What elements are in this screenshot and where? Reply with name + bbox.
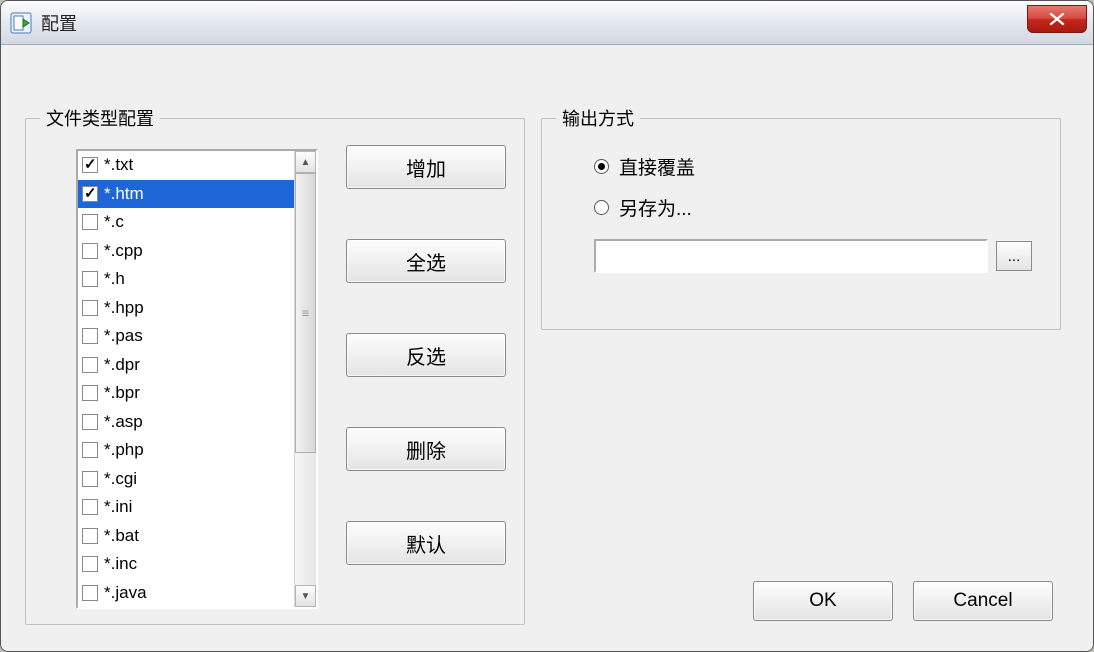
- list-item[interactable]: *.dpr: [78, 351, 294, 380]
- list-item-label: *.java: [104, 583, 147, 603]
- list-item[interactable]: *.c: [78, 208, 294, 237]
- ok-button[interactable]: OK: [753, 581, 893, 621]
- list-item[interactable]: *.ini: [78, 493, 294, 522]
- list-item-label: *.c: [104, 212, 124, 232]
- list-item[interactable]: *.php: [78, 436, 294, 465]
- list-item-label: *.hpp: [104, 298, 144, 318]
- list-item-label: *.bpr: [104, 383, 140, 403]
- client-area: 文件类型配置 *.txt*.htm*.c*.cpp*.h*.hpp*.pas*.…: [1, 45, 1093, 651]
- dialog-button-row: OK Cancel: [753, 581, 1053, 621]
- list-item-label: *.cpp: [104, 241, 143, 261]
- list-item[interactable]: *.java: [78, 579, 294, 608]
- app-icon: [9, 11, 33, 35]
- scroll-up-button[interactable]: ▲: [295, 151, 316, 173]
- filetype-button-column: 增加 全选 反选 删除 默认: [346, 145, 506, 565]
- list-item[interactable]: *.txt: [78, 151, 294, 180]
- checkbox[interactable]: [82, 243, 98, 259]
- cancel-button[interactable]: Cancel: [913, 581, 1053, 621]
- list-item-label: *.h: [104, 269, 125, 289]
- filetype-listbox[interactable]: *.txt *.htm *.c *.cpp *.h *.hpp *.pas *.dpr *.bp…: [78, 151, 294, 607]
- radio-overwrite-row[interactable]: 直接覆盖: [594, 153, 1046, 180]
- dialog-window: 配置 文件类型配置 *.txt *.htm *.c *.cpp *.h *.hpp *.pa…: [0, 0, 1094, 652]
- list-item[interactable]: *.cgi: [78, 465, 294, 494]
- list-item-label: *.cgi: [104, 469, 137, 489]
- radio-overwrite[interactable]: [594, 159, 609, 174]
- filetype-listbox-container: *.txt *.htm *.c *.cpp *.h *.hpp *.pas *.dpr *.bp…: [76, 149, 318, 609]
- list-item[interactable]: *.asp: [78, 408, 294, 437]
- scroll-down-button[interactable]: ▼: [295, 585, 316, 607]
- list-item-label: *.htm: [104, 184, 144, 204]
- checkbox[interactable]: [82, 214, 98, 230]
- radio-saveas-label: 另存为...: [619, 194, 692, 221]
- delete-button[interactable]: 删除: [346, 427, 506, 471]
- list-item-label: *.ini: [104, 497, 132, 517]
- saveas-path-row: ...: [594, 239, 1032, 273]
- list-item[interactable]: *.hpp: [78, 294, 294, 323]
- default-button[interactable]: 默认: [346, 521, 506, 565]
- list-item-label: *.txt: [104, 155, 133, 175]
- checkbox[interactable]: [82, 556, 98, 572]
- checkbox[interactable]: [82, 186, 98, 202]
- add-button[interactable]: 增加: [346, 145, 506, 189]
- scroll-thumb[interactable]: [295, 173, 316, 453]
- list-item[interactable]: *.htm: [78, 180, 294, 209]
- checkbox[interactable]: [82, 300, 98, 316]
- invert-selection-button[interactable]: 反选: [346, 333, 506, 377]
- filetype-legend: 文件类型配置: [40, 105, 160, 131]
- list-item[interactable]: *.cpp: [78, 237, 294, 266]
- checkbox[interactable]: [82, 357, 98, 373]
- select-all-button[interactable]: 全选: [346, 239, 506, 283]
- list-item-label: *.bat: [104, 526, 139, 546]
- browse-button[interactable]: ...: [996, 241, 1032, 271]
- list-item-label: *.inc: [104, 554, 137, 574]
- window-title: 配置: [41, 10, 77, 36]
- checkbox[interactable]: [82, 585, 98, 601]
- output-legend: 输出方式: [556, 105, 640, 131]
- output-group: 输出方式 直接覆盖 另存为... ...: [541, 105, 1061, 330]
- titlebar[interactable]: 配置: [1, 1, 1093, 45]
- list-item-label: *.asp: [104, 412, 143, 432]
- list-item[interactable]: *.bpr: [78, 379, 294, 408]
- list-item-label: *.dpr: [104, 355, 140, 375]
- checkbox[interactable]: [82, 271, 98, 287]
- checkbox[interactable]: [82, 385, 98, 401]
- filetype-group: 文件类型配置 *.txt*.htm*.c*.cpp*.h*.hpp*.pas*.…: [25, 105, 525, 625]
- checkbox[interactable]: [82, 528, 98, 544]
- checkbox[interactable]: [82, 442, 98, 458]
- scrollbar-vertical[interactable]: ▲ ▼: [294, 151, 316, 607]
- close-button[interactable]: [1027, 5, 1087, 33]
- checkbox[interactable]: [82, 414, 98, 430]
- checkbox[interactable]: [82, 499, 98, 515]
- list-item[interactable]: *.bat: [78, 522, 294, 551]
- radio-overwrite-label: 直接覆盖: [619, 153, 695, 180]
- list-item-label: *.php: [104, 440, 144, 460]
- list-item[interactable]: *.h: [78, 265, 294, 294]
- list-item-label: *.pas: [104, 326, 143, 346]
- radio-saveas[interactable]: [594, 200, 609, 215]
- list-item[interactable]: *.inc: [78, 550, 294, 579]
- checkbox[interactable]: [82, 328, 98, 344]
- checkbox[interactable]: [82, 157, 98, 173]
- checkbox[interactable]: [82, 471, 98, 487]
- list-item[interactable]: *.pas: [78, 322, 294, 351]
- saveas-path-input[interactable]: [594, 239, 988, 273]
- radio-saveas-row[interactable]: 另存为...: [594, 194, 1046, 221]
